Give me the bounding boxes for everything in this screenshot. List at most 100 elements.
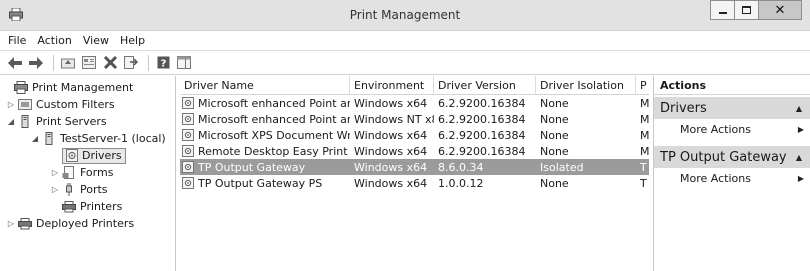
tree-label: TestServer-1 (local)	[60, 132, 166, 145]
tree-item-drivers[interactable]: Drivers	[0, 147, 175, 164]
cell-environment: Windows NT x86	[354, 112, 434, 126]
help-button[interactable]: ?	[154, 54, 172, 72]
show-hide-pane-button[interactable]	[175, 54, 193, 72]
menu-file[interactable]: File	[8, 34, 26, 47]
section-label: TP Output Gateway	[660, 149, 787, 165]
tree-item-print-management[interactable]: Print Management	[0, 79, 175, 96]
cell-driver-version: 1.0.0.12	[438, 176, 484, 190]
table-row[interactable]: Microsoft XPS Document Write... Windows x…	[180, 127, 649, 143]
submenu-arrow-icon: ▶	[797, 173, 804, 183]
expand-icon[interactable]: ▷	[50, 168, 60, 177]
expand-icon[interactable]: ▷	[6, 219, 16, 228]
window-title: Print Management	[349, 8, 461, 22]
cell-provider: M	[640, 112, 649, 126]
minimize-icon	[718, 12, 727, 14]
cell-environment: Windows x64	[354, 176, 428, 190]
export-icon	[124, 56, 138, 69]
cell-provider: M	[640, 96, 649, 110]
maximize-icon	[742, 6, 751, 14]
driver-name-text: Microsoft enhanced Point and ...	[198, 112, 350, 126]
action-section-tp-output-gateway[interactable]: TP Output Gateway ▲	[654, 146, 810, 168]
menu-view[interactable]: View	[83, 34, 109, 47]
driver-name-text: TP Output Gateway PS	[198, 176, 323, 190]
column-header-driver-name[interactable]: Driver Name	[180, 76, 350, 94]
menu-help[interactable]: Help	[120, 34, 145, 47]
help-icon: ?	[157, 56, 169, 70]
forward-arrow-icon	[29, 56, 43, 69]
collapse-up-icon[interactable]: ▲	[796, 153, 802, 162]
tree-label: Drivers	[82, 149, 122, 162]
cell-driver-name: Microsoft enhanced Point and ...	[180, 113, 350, 126]
up-folder-icon	[61, 58, 75, 69]
server-icon	[21, 115, 29, 128]
maximize-button[interactable]	[734, 0, 758, 20]
column-header-driver-isolation[interactable]: Driver Isolation	[536, 76, 636, 94]
tree-item-ports[interactable]: ▷ Ports	[0, 181, 175, 198]
more-actions-item[interactable]: More Actions ▶	[654, 119, 810, 139]
window-controls: ✕	[710, 0, 802, 22]
action-section-drivers[interactable]: Drivers ▲	[654, 97, 810, 119]
menu-action[interactable]: Action	[37, 34, 71, 47]
actions-pane: Actions Drivers ▲ More Actions ▶ TP Outp…	[653, 76, 810, 271]
up-folder-button[interactable]	[59, 54, 77, 72]
tree-item-custom-filters[interactable]: ▷ Custom Filters	[0, 96, 175, 113]
selection-highlight: Drivers	[62, 147, 126, 164]
export-button[interactable]	[122, 54, 140, 72]
column-header-driver-version[interactable]: Driver Version	[434, 76, 536, 94]
tree-item-printers[interactable]: Printers	[0, 198, 175, 215]
back-button[interactable]	[6, 54, 24, 72]
toolbar-separator	[148, 54, 149, 71]
tree-item-deployed-printers[interactable]: ▷ Deployed Printers	[0, 215, 175, 232]
driver-icon	[182, 113, 194, 125]
filter-folder-icon	[18, 99, 32, 110]
toolbar-separator	[53, 54, 54, 71]
tree-label: Printers	[80, 200, 123, 213]
tree-label: Forms	[80, 166, 114, 179]
driver-icon	[182, 177, 194, 189]
cell-provider: M	[640, 144, 649, 158]
forward-button[interactable]	[27, 54, 45, 72]
expand-icon[interactable]: ▷	[50, 185, 60, 194]
tree-item-testserver[interactable]: ◢ TestServer-1 (local)	[0, 130, 175, 147]
drivers-list: Driver Name Environment Driver Version D…	[180, 76, 649, 271]
close-icon: ✕	[774, 2, 786, 18]
cell-environment: Windows x64	[354, 128, 428, 142]
properties-button[interactable]	[80, 54, 98, 72]
tree-item-print-servers[interactable]: ◢ Print Servers	[0, 113, 175, 130]
column-header-environment[interactable]: Environment	[350, 76, 434, 94]
tree-item-forms[interactable]: ▷ Forms	[0, 164, 175, 181]
toolbar: ?	[0, 51, 810, 75]
driver-icon	[66, 149, 78, 162]
cell-driver-name: Microsoft enhanced Point and ...	[180, 97, 350, 110]
print-management-icon	[14, 81, 28, 94]
table-row[interactable]: TP Output Gateway Windows x64 8.6.0.34 Isol…	[180, 159, 649, 175]
table-row[interactable]: TP Output Gateway PS Windows x64 1.0.0.12 N…	[180, 175, 649, 191]
close-button[interactable]: ✕	[758, 0, 802, 20]
collapse-icon[interactable]: ◢	[6, 117, 16, 126]
title-bar: Print Management ✕	[0, 0, 810, 31]
more-actions-item[interactable]: More Actions ▶	[654, 168, 810, 188]
svg-text:?: ?	[160, 59, 166, 70]
action-label: More Actions	[680, 171, 751, 185]
cell-driver-name: Remote Desktop Easy Print	[180, 145, 350, 158]
cell-driver-name: TP Output Gateway PS	[180, 177, 350, 190]
collapse-icon[interactable]: ◢	[30, 134, 40, 143]
port-plug-icon	[66, 183, 72, 196]
cell-environment: Windows x64	[354, 160, 428, 174]
table-row[interactable]: Microsoft enhanced Point and ... Windows …	[180, 95, 649, 111]
server-icon	[45, 132, 53, 145]
table-row[interactable]: Microsoft enhanced Point and ... Windows …	[180, 111, 649, 127]
actions-title: Actions	[654, 76, 810, 95]
cell-driver-name: Microsoft XPS Document Write...	[180, 129, 350, 142]
expand-icon[interactable]: ▷	[6, 100, 16, 109]
collapse-up-icon[interactable]: ▲	[796, 104, 802, 113]
minimize-button[interactable]	[710, 0, 734, 20]
cell-driver-version: 6.2.9200.16384	[438, 96, 526, 110]
column-header-provider[interactable]: P	[636, 76, 649, 94]
list-body: Microsoft enhanced Point and ... Windows …	[180, 95, 649, 191]
cell-driver-isolation: None	[540, 112, 569, 126]
driver-icon	[182, 145, 194, 157]
delete-button[interactable]	[101, 54, 119, 72]
cell-environment: Windows x64	[354, 144, 428, 158]
table-row[interactable]: Remote Desktop Easy Print Windows x64 6.2.…	[180, 143, 649, 159]
